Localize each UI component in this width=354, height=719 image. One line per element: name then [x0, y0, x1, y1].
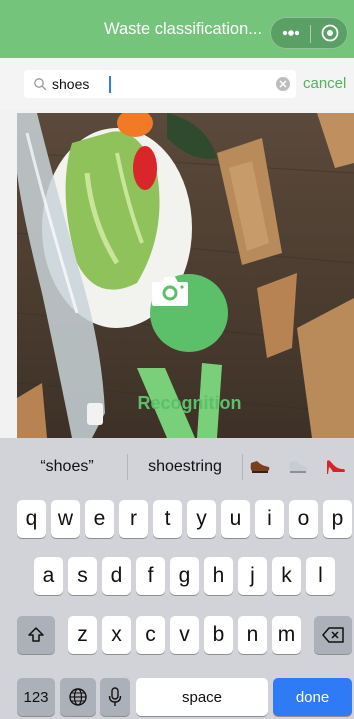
high-heel-icon[interactable] [325, 455, 347, 477]
key-s[interactable]: s [68, 557, 97, 595]
suggestion-divider [242, 454, 243, 480]
page-title: Waste classification... [104, 20, 263, 38]
key-e[interactable]: e [85, 500, 114, 538]
key-u[interactable]: u [221, 500, 250, 538]
key-c[interactable]: c [136, 616, 165, 654]
globe-key[interactable] [60, 678, 96, 716]
search-icon [34, 78, 47, 91]
search-input[interactable] [52, 74, 272, 94]
search-box[interactable] [24, 70, 296, 98]
key-q[interactable]: q [17, 500, 46, 538]
key-p[interactable]: p [323, 500, 352, 538]
key-b[interactable]: b [204, 616, 233, 654]
key-n[interactable]: n [238, 616, 267, 654]
shift-key[interactable] [17, 616, 55, 654]
space-key[interactable]: space [136, 678, 268, 716]
search-bar: cancel [0, 58, 354, 110]
key-g[interactable]: g [170, 557, 199, 595]
key-v[interactable]: v [170, 616, 199, 654]
key-a[interactable]: a [34, 557, 63, 595]
sneaker-icon[interactable] [287, 457, 309, 475]
key-h[interactable]: h [204, 557, 233, 595]
clear-x-icon [279, 80, 287, 88]
hero-image: Recognition [17, 113, 354, 438]
done-key[interactable]: done [273, 678, 352, 716]
recognition-label: Recognition [137, 393, 242, 413]
camera-recognition-button[interactable] [150, 274, 228, 352]
on-screen-keyboard: “shoes” shoestring q w e r t y u i o p a… [0, 438, 354, 719]
key-x[interactable]: x [102, 616, 131, 654]
microphone-key[interactable] [100, 678, 130, 716]
backspace-icon [322, 627, 344, 643]
clear-button[interactable] [276, 77, 290, 91]
key-o[interactable]: o [289, 500, 318, 538]
target-close-icon [321, 24, 338, 42]
suggestion-divider [127, 454, 128, 480]
key-d[interactable]: d [102, 557, 131, 595]
key-y[interactable]: y [187, 500, 216, 538]
close-button[interactable] [311, 18, 348, 48]
backspace-key[interactable] [314, 616, 352, 654]
numbers-key[interactable]: 123 [17, 678, 55, 716]
cancel-button[interactable]: cancel [303, 70, 349, 98]
key-z[interactable]: z [68, 616, 97, 654]
shoe-brown-icon[interactable] [249, 457, 271, 475]
app-header: Waste classification... [0, 0, 354, 58]
more-button[interactable] [271, 18, 310, 48]
key-i[interactable]: i [255, 500, 284, 538]
key-r[interactable]: r [119, 500, 148, 538]
more-dots-icon [282, 30, 299, 36]
text-caret [109, 76, 111, 93]
key-l[interactable]: l [306, 557, 335, 595]
key-w[interactable]: w [51, 500, 80, 538]
microphone-icon [108, 687, 122, 706]
key-m[interactable]: m [272, 616, 301, 654]
key-j[interactable]: j [238, 557, 267, 595]
key-k[interactable]: k [272, 557, 301, 595]
key-f[interactable]: f [136, 557, 165, 595]
suggestion-2[interactable]: shoestring [130, 448, 240, 486]
key-t[interactable]: t [153, 500, 182, 538]
globe-icon [69, 688, 87, 706]
shift-arrow-icon [28, 627, 44, 642]
mini-program-capsule [270, 17, 348, 49]
camera-icon [152, 277, 188, 306]
suggestion-1[interactable]: “shoes” [8, 448, 126, 486]
